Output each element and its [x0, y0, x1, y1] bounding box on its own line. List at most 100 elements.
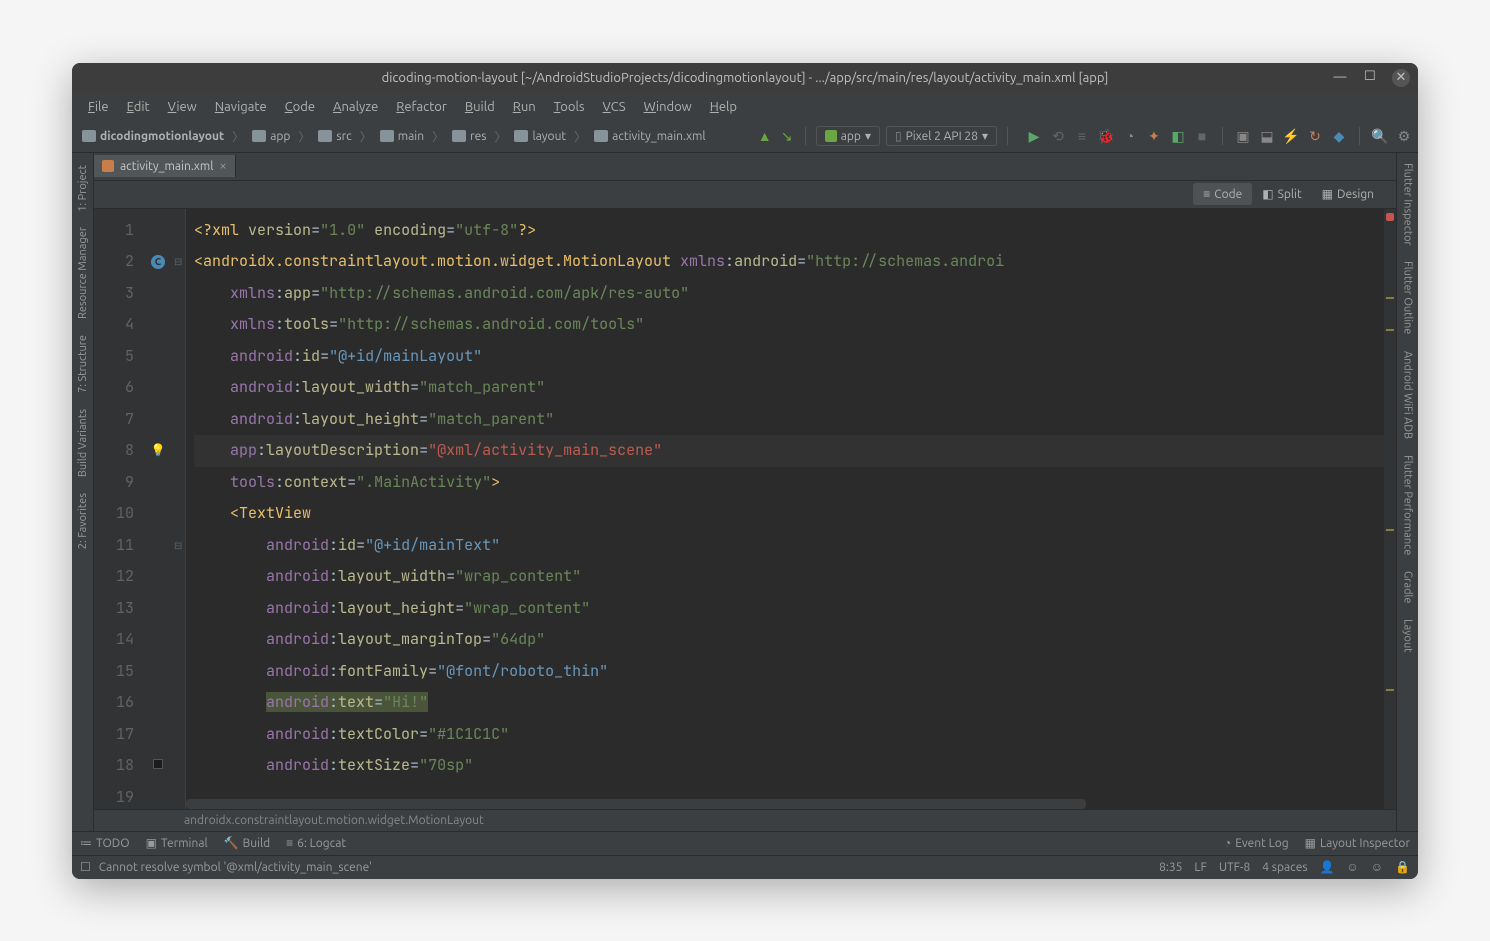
- file-encoding[interactable]: UTF-8: [1219, 861, 1250, 874]
- bottom-tab-terminal[interactable]: ▣ Terminal: [146, 836, 208, 850]
- icon-gutter: C 💡: [144, 209, 172, 809]
- tool-gradle[interactable]: Gradle: [1402, 571, 1414, 604]
- menu-navigate[interactable]: Navigate: [207, 97, 275, 117]
- horizontal-scrollbar[interactable]: [186, 799, 1086, 809]
- split-view-button[interactable]: ◧Split: [1252, 183, 1311, 205]
- menu-tools[interactable]: Tools: [546, 97, 593, 117]
- design-view-button[interactable]: ▦Design: [1312, 183, 1384, 205]
- menu-analyze[interactable]: Analyze: [325, 97, 386, 117]
- maximize-button[interactable]: ☐: [1362, 69, 1378, 85]
- close-button[interactable]: ✕: [1392, 69, 1410, 87]
- bottom-tab-build[interactable]: 🔨 Build: [224, 836, 271, 850]
- tool-7--structure[interactable]: 7: Structure: [77, 335, 89, 393]
- flutter-icon[interactable]: ⚡: [1283, 128, 1299, 144]
- close-tab-icon[interactable]: ×: [219, 159, 226, 173]
- device-selector[interactable]: ▯ Pixel 2 API 28 ▾: [886, 126, 997, 146]
- tool-flutter-inspector[interactable]: Flutter Inspector: [1402, 163, 1414, 246]
- chevron-right-icon: 〉: [432, 128, 444, 145]
- bottom-tab-todo[interactable]: ≔ TODO: [80, 836, 130, 850]
- breadcrumb-main[interactable]: main: [376, 128, 428, 145]
- error-stripe[interactable]: [1384, 209, 1396, 809]
- intention-bulb-icon[interactable]: 💡: [151, 444, 166, 457]
- separator: [805, 127, 806, 145]
- fold-toggle-icon[interactable]: ⊟: [174, 530, 182, 562]
- bottom-tab-event-log[interactable]: ◔ Event Log: [1224, 836, 1289, 850]
- tool-layout[interactable]: Layout: [1402, 619, 1414, 653]
- minimize-button[interactable]: —: [1332, 69, 1348, 85]
- tool-1--project[interactable]: 1: Project: [77, 165, 89, 212]
- code-editor[interactable]: 12345678910111213141516171819 C 💡 ⊟⊟ <?x…: [94, 209, 1396, 809]
- line-separator[interactable]: LF: [1194, 861, 1206, 874]
- menu-vcs[interactable]: VCS: [595, 97, 634, 117]
- menu-build[interactable]: Build: [457, 97, 503, 117]
- editor-tab-activity-main[interactable]: activity_main.xml ×: [94, 155, 236, 177]
- debug-button[interactable]: 🐞: [1098, 128, 1114, 144]
- menu-edit[interactable]: Edit: [119, 97, 158, 117]
- code-breadcrumb[interactable]: androidx.constraintlayout.motion.widget.…: [94, 809, 1396, 831]
- editor-tabs: activity_main.xml ×: [94, 153, 1396, 181]
- main-area: 1: Project Resource Manager 7: Structure Bu…: [72, 153, 1418, 831]
- breadcrumb-src[interactable]: src: [314, 128, 355, 145]
- class-icon[interactable]: C: [151, 255, 165, 269]
- sync-icon[interactable]: ↘: [779, 128, 795, 144]
- breadcrumb-app[interactable]: app: [248, 128, 294, 145]
- tool-flutter-performance[interactable]: Flutter Performance: [1402, 455, 1414, 555]
- menu-file[interactable]: File: [80, 97, 117, 117]
- breadcrumb-activity-main-xml[interactable]: activity_main.xml: [590, 128, 709, 145]
- tool-resource-manager[interactable]: Resource Manager: [77, 227, 89, 319]
- menu-refactor[interactable]: Refactor: [388, 97, 455, 117]
- breadcrumb-dicodingmotionlayout[interactable]: dicodingmotionlayout: [78, 128, 228, 145]
- cursor-position[interactable]: 8:35: [1159, 861, 1182, 874]
- tool-2--favorites[interactable]: 2: Favorites: [77, 493, 89, 549]
- tool-android-wifi-adb[interactable]: Android WiFi ADB: [1402, 351, 1414, 439]
- profile-icon[interactable]: ◔: [1122, 128, 1138, 144]
- bottom-tab-6--logcat[interactable]: ≡ 6: Logcat: [286, 836, 346, 850]
- settings-icon[interactable]: ⚙: [1396, 128, 1412, 144]
- code-view-button[interactable]: ≡Code: [1193, 183, 1252, 205]
- xml-file-icon: [102, 160, 114, 172]
- menu-code[interactable]: Code: [277, 97, 323, 117]
- color-swatch-icon[interactable]: [153, 759, 163, 769]
- bottom-tab-layout-inspector[interactable]: ▦ Layout Inspector: [1305, 836, 1410, 850]
- fold-toggle-icon[interactable]: ⊟: [174, 246, 182, 278]
- warning-mark-icon[interactable]: [1386, 529, 1394, 531]
- attach-debugger-icon[interactable]: ✦: [1146, 128, 1162, 144]
- breadcrumb-layout[interactable]: layout: [510, 128, 570, 145]
- face-icon-2[interactable]: ☺: [1371, 860, 1383, 874]
- devtools-icon[interactable]: ◆: [1331, 128, 1347, 144]
- breadcrumb-res[interactable]: res: [448, 128, 490, 145]
- tool-build-variants[interactable]: Build Variants: [77, 409, 89, 477]
- reload-icon[interactable]: ↻: [1307, 128, 1323, 144]
- lock-icon[interactable]: 🔒: [1395, 860, 1410, 874]
- android-logo-icon: ▲: [757, 128, 773, 144]
- chevron-right-icon: 〉: [298, 128, 310, 145]
- menu-window[interactable]: Window: [636, 97, 700, 117]
- search-icon[interactable]: 🔍: [1372, 128, 1388, 144]
- stop-button[interactable]: ■: [1194, 128, 1210, 144]
- menu-help[interactable]: Help: [702, 97, 745, 117]
- navigation-bar: dicodingmotionlayout〉app〉src〉main〉res〉la…: [72, 121, 1418, 153]
- sdk-manager-icon[interactable]: ⬓: [1259, 128, 1275, 144]
- warning-mark-icon[interactable]: [1386, 329, 1394, 331]
- tool-flutter-outline[interactable]: Flutter Outline: [1402, 261, 1414, 334]
- menu-view[interactable]: View: [160, 97, 205, 117]
- breadcrumb: dicodingmotionlayout〉app〉src〉main〉res〉la…: [78, 128, 757, 145]
- run-button[interactable]: ▶: [1026, 128, 1042, 144]
- warning-mark-icon[interactable]: [1386, 297, 1394, 299]
- titlebar: dicoding-motion-layout [~/AndroidStudioP…: [72, 63, 1418, 93]
- face-icon[interactable]: ☺: [1347, 860, 1359, 874]
- tab-icon: ≡: [286, 836, 293, 850]
- split-view-icon: ◧: [1262, 187, 1273, 201]
- error-indicator-icon[interactable]: [1386, 213, 1394, 221]
- menu-run[interactable]: Run: [505, 97, 544, 117]
- inspection-icon[interactable]: 👤: [1320, 860, 1335, 874]
- indent-setting[interactable]: 4 spaces: [1262, 861, 1307, 874]
- apply-changes-icon[interactable]: ⟲: [1050, 128, 1066, 144]
- apply-code-icon[interactable]: ≡: [1074, 128, 1090, 144]
- code-text[interactable]: <?xml version="1.0" encoding="utf-8"?><a…: [186, 209, 1384, 809]
- run-config-selector[interactable]: app ▾: [816, 126, 880, 146]
- warning-mark-icon[interactable]: [1386, 689, 1394, 691]
- android-icon: [825, 130, 837, 142]
- coverage-icon[interactable]: ◧: [1170, 128, 1186, 144]
- avd-manager-icon[interactable]: ▣: [1235, 128, 1251, 144]
